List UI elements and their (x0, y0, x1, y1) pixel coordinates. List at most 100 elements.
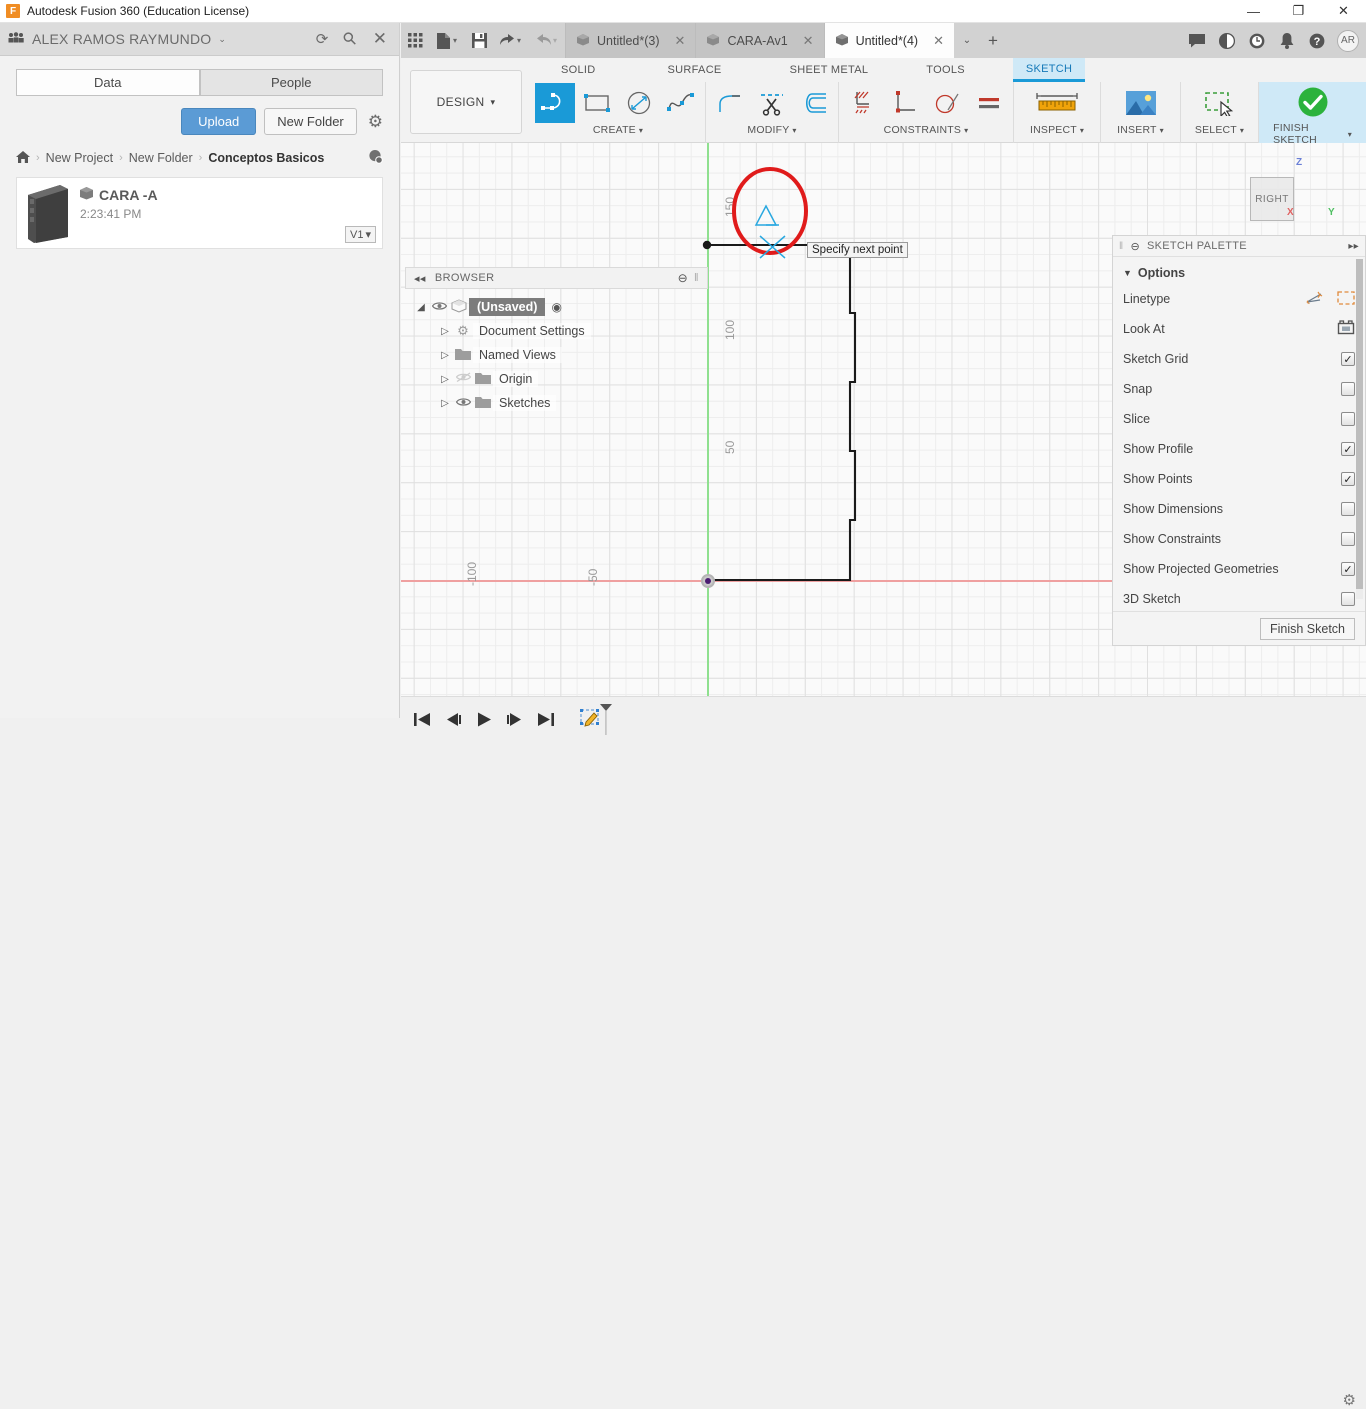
select-window-button[interactable] (1199, 83, 1241, 123)
offset-tool-button[interactable] (794, 83, 834, 123)
step-forward-button[interactable] (504, 708, 526, 730)
perpendicular-constraint-button[interactable] (885, 83, 925, 123)
chevron-down-icon[interactable]: ▾ (964, 126, 968, 135)
chevron-down-icon[interactable]: ▾ (1080, 126, 1084, 135)
expand-arrow-icon[interactable]: ▷ (437, 326, 453, 337)
gear-icon[interactable]: ⚙ (368, 112, 383, 132)
ribbon-tab-tools[interactable]: TOOLS (913, 58, 978, 82)
help-icon[interactable]: ? (1303, 23, 1331, 58)
three-d-sketch-checkbox[interactable] (1341, 592, 1355, 606)
sketch-origin-point[interactable] (701, 574, 715, 588)
show-profile-checkbox[interactable]: ✓ (1341, 442, 1355, 456)
notifications-icon[interactable] (1273, 23, 1301, 58)
finish-sketch-button[interactable] (1293, 82, 1333, 122)
measure-button[interactable] (1033, 83, 1081, 123)
chevron-down-icon[interactable]: ▾ (453, 23, 465, 58)
minimize-button[interactable]: — (1231, 0, 1276, 23)
finish-sketch-palette-button[interactable]: Finish Sketch (1259, 617, 1355, 640)
viewcube-widget[interactable]: RIGHT Z Y X (1250, 155, 1336, 221)
doc-tab-untitled-3[interactable]: Untitled*(3) ✕ (565, 23, 696, 58)
new-design-button[interactable]: + (980, 23, 1006, 58)
go-to-beginning-button[interactable] (411, 708, 433, 730)
chevron-down-icon[interactable]: ▾ (1348, 130, 1352, 139)
ribbon-tab-surface[interactable]: SURFACE (655, 58, 735, 82)
show-dimensions-checkbox[interactable] (1341, 502, 1355, 516)
fix-constraint-button[interactable] (843, 83, 883, 123)
equal-constraint-button[interactable] (969, 83, 1009, 123)
extensions-icon[interactable] (1213, 23, 1241, 58)
maximize-button[interactable]: ❐ (1276, 0, 1321, 23)
home-icon[interactable] (16, 150, 30, 166)
fillet-tool-button[interactable] (710, 83, 750, 123)
trim-tool-button[interactable] (752, 83, 792, 123)
app-grid-icon[interactable] (401, 23, 429, 58)
save-icon[interactable] (465, 23, 493, 58)
close-icon[interactable]: ✕ (925, 33, 944, 49)
ribbon-tab-solid[interactable]: SOLID (548, 58, 609, 82)
chevron-down-icon[interactable]: ▾ (1160, 126, 1164, 135)
slice-checkbox[interactable] (1341, 412, 1355, 426)
palette-scrollbar[interactable] (1356, 259, 1363, 599)
close-icon[interactable]: ✕ (795, 33, 814, 49)
collapse-browser-icon[interactable]: ◂◂ (414, 272, 426, 285)
expand-arrow-icon[interactable]: ▷ (437, 398, 453, 409)
line-tool-button[interactable] (535, 83, 575, 123)
sketch-grid-checkbox[interactable]: ✓ (1341, 352, 1355, 366)
expand-arrow-icon[interactable]: ▷ (437, 374, 453, 385)
chevron-down-icon[interactable]: ▾ (639, 126, 643, 135)
doc-tabs-overflow-icon[interactable]: ⌄ (954, 23, 980, 58)
upload-button[interactable]: Upload (181, 108, 257, 135)
breadcrumb-new-folder[interactable]: New Folder (129, 151, 193, 165)
rectangle-tool-button[interactable] (577, 83, 617, 123)
construction-line-icon[interactable] (1306, 291, 1324, 308)
chevron-down-icon[interactable]: ⌄ (218, 34, 226, 45)
job-status-icon[interactable] (1243, 23, 1271, 58)
tab-data[interactable]: Data (16, 69, 200, 96)
breadcrumb-new-project[interactable]: New Project (46, 151, 113, 165)
ribbon-tab-sketch[interactable]: SKETCH (1012, 58, 1086, 82)
circle-tool-button[interactable] (619, 83, 659, 123)
visibility-eye-off-icon[interactable] (453, 372, 473, 386)
globe-icon[interactable] (368, 149, 383, 167)
play-button[interactable] (473, 708, 495, 730)
version-badge[interactable]: V1 ▾ (345, 226, 376, 243)
palette-expand-icon[interactable]: ▸▸ (1348, 241, 1359, 252)
chevron-down-icon[interactable]: ▾ (553, 23, 565, 58)
tab-people[interactable]: People (199, 69, 383, 96)
options-section-header[interactable]: ▼ Options (1113, 257, 1365, 284)
new-folder-button[interactable]: New Folder (264, 108, 357, 135)
doc-tab-cara-av1[interactable]: CARA-Av1 ✕ (695, 23, 824, 58)
browser-item-named-views[interactable]: ▷ Named Views (405, 343, 708, 367)
chevron-down-icon[interactable]: ▾ (792, 126, 796, 135)
browser-item-document-settings[interactable]: ▷ ⚙ Document Settings (405, 319, 708, 343)
snap-checkbox[interactable] (1341, 382, 1355, 396)
browser-resize-grip[interactable]: ‖ (694, 272, 699, 284)
spline-tool-button[interactable] (661, 83, 701, 123)
doc-tab-untitled-4[interactable]: Untitled*(4) ✕ (823, 23, 954, 58)
expand-arrow-icon[interactable]: ▷ (437, 350, 453, 361)
step-back-button[interactable] (442, 708, 464, 730)
chevron-down-icon[interactable]: ▾ (517, 23, 529, 58)
minimize-browser-icon[interactable]: ⊖ (678, 271, 688, 285)
breadcrumb-conceptos-basicos[interactable]: Conceptos Basicos (208, 151, 324, 165)
chevron-down-icon[interactable]: ▾ (1240, 126, 1244, 135)
sketch-timeline-item[interactable] (580, 704, 612, 735)
palette-minimize-icon[interactable]: ⊖ (1130, 240, 1140, 253)
expand-arrow-icon[interactable]: ◢ (413, 302, 429, 313)
refresh-icon[interactable]: ⟳ (316, 30, 329, 48)
visibility-eye-icon[interactable] (453, 396, 473, 410)
visibility-eye-icon[interactable] (429, 300, 449, 314)
timeline-settings-icon[interactable]: ⚙ (1343, 1391, 1356, 1409)
ribbon-tab-sheet-metal[interactable]: SHEET METAL (777, 58, 882, 82)
avatar[interactable]: AR (1337, 29, 1359, 52)
workspace-selector[interactable]: DESIGN ▾ (410, 70, 522, 134)
palette-grip[interactable]: ‖ (1119, 241, 1123, 252)
close-panel-icon[interactable]: ✕ (373, 29, 387, 49)
browser-item-origin[interactable]: ▷ Origin (405, 367, 708, 391)
tangent-constraint-button[interactable] (927, 83, 967, 123)
search-icon[interactable]: ⚲ (339, 28, 362, 51)
close-icon[interactable]: ✕ (667, 33, 686, 49)
browser-item-unsaved[interactable]: ◢ (Unsaved) ◉ (405, 295, 708, 319)
show-constraints-checkbox[interactable] (1341, 532, 1355, 546)
show-points-checkbox[interactable]: ✓ (1341, 472, 1355, 486)
